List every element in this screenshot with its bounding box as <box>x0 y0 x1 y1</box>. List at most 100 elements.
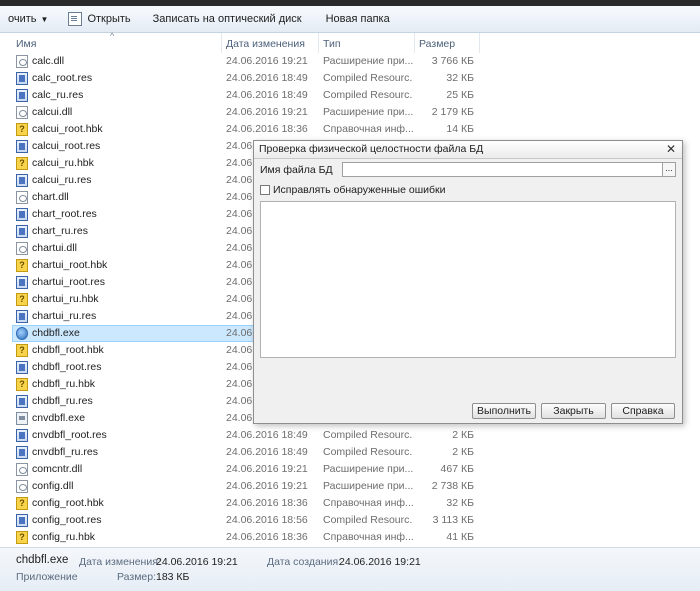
file-size: 2 КБ <box>452 446 474 458</box>
file-name: cnvdbfl_ru.res <box>32 446 98 458</box>
file-date: 24.06.2016 18:36 <box>226 497 308 509</box>
file-name: calcui.dll <box>32 106 73 118</box>
close-button[interactable]: Закрыть <box>541 403 606 419</box>
file-hbk-icon: ? <box>16 157 28 170</box>
file-row[interactable]: ? calcui_root.hbk 24.06.2016 18:36 Справочн… <box>0 121 700 138</box>
help-button[interactable]: Справка <box>611 403 675 419</box>
column-size[interactable]: Размер <box>415 33 480 53</box>
file-type: Compiled Resourc... <box>323 89 413 101</box>
fix-errors-checkbox-wrap[interactable]: Исправлять обнаруженные ошибки <box>260 183 445 197</box>
result-log[interactable] <box>260 201 676 358</box>
file-hbk-icon: ? <box>16 531 28 544</box>
file-date: 24.06.2016 19:21 <box>226 463 308 475</box>
file-size: 41 КБ <box>446 531 474 543</box>
file-row[interactable]: config.dll 24.06.2016 19:21 Расширение при… <box>0 478 700 495</box>
details-modified-value: 24.06.2016 19:21 <box>156 556 238 568</box>
file-size: 32 КБ <box>446 497 474 509</box>
new-folder-button[interactable]: Новая папка <box>318 8 398 30</box>
run-button[interactable]: Выполнить <box>472 403 536 419</box>
file-row[interactable]: calc_ru.res 24.06.2016 18:49 Compiled Reso… <box>0 87 700 104</box>
file-date: 24.06.2016 18:36 <box>226 123 308 135</box>
dialog-title: Проверка физической целостности файла БД <box>259 143 484 155</box>
db-file-label: Имя файла БД <box>260 164 333 176</box>
file-row[interactable]: cnvdbfl_root.res 24.06.2016 18:49 Compiled… <box>0 427 700 444</box>
file-date: 24.06.2016 19:21 <box>226 480 308 492</box>
file-name: chdbfl_ru.res <box>32 395 93 407</box>
file-res-icon <box>16 225 28 238</box>
file-name: chartui_ru.res <box>32 310 97 322</box>
file-name: config_root.res <box>32 514 102 526</box>
file-res-icon <box>16 72 28 85</box>
browse-button[interactable]: ... <box>662 162 676 177</box>
file-name: calc.dll <box>32 55 65 67</box>
file-res-icon <box>16 310 28 323</box>
burn-button[interactable]: Записать на оптический диск <box>145 8 310 30</box>
file-type: Расширение при... <box>323 463 413 475</box>
column-type[interactable]: Тип <box>319 33 415 53</box>
file-name: chartui_root.res <box>32 276 105 288</box>
file-row[interactable]: ? config_root.hbk 24.06.2016 18:36 Справочн… <box>0 495 700 512</box>
file-type: Compiled Resourc... <box>323 72 413 84</box>
new-folder-label: Новая папка <box>325 13 390 25</box>
file-name: calc_ru.res <box>32 89 84 101</box>
file-row[interactable]: ? config_ru.hbk 24.06.2016 18:36 Справочная… <box>0 529 700 546</box>
chevron-down-icon: ▼ <box>40 14 49 24</box>
open-button[interactable]: Открыть <box>60 8 138 30</box>
file-size: 3 766 КБ <box>431 55 474 67</box>
file-name: chdbfl_root.res <box>32 361 102 373</box>
column-header-row: ^ Имя Дата изменения Тип Размер <box>0 31 700 53</box>
file-type: Расширение при... <box>323 480 413 492</box>
file-row[interactable]: config_root.res 24.06.2016 18:56 Compiled … <box>0 512 700 529</box>
column-date[interactable]: Дата изменения <box>222 33 319 53</box>
details-pane: chdbfl.exe Приложение Дата изменения: 24… <box>0 547 700 591</box>
file-type: Расширение при... <box>323 55 413 67</box>
file-name: cnvdbfl_root.res <box>32 429 107 441</box>
file-row[interactable]: calc_root.res 24.06.2016 18:49 Compiled Re… <box>0 70 700 87</box>
file-date: 24.06.2016 18:49 <box>226 89 308 101</box>
db-file-input[interactable] <box>342 162 663 177</box>
file-size: 2 179 КБ <box>431 106 474 118</box>
file-row[interactable]: cnvdbfl_ru.res 24.06.2016 18:49 Compiled R… <box>0 444 700 461</box>
file-row[interactable]: comcntr.dll 24.06.2016 19:21 Расширение пр… <box>0 461 700 478</box>
file-name: calcui_ru.hbk <box>32 157 94 169</box>
organize-label: очить <box>8 13 37 25</box>
file-name: calc_root.res <box>32 72 93 84</box>
file-type: Справочная инф... <box>323 123 413 135</box>
file-size: 32 КБ <box>446 72 474 84</box>
file-exe-icon <box>16 412 28 425</box>
column-date-label: Дата изменения <box>226 38 305 50</box>
file-size: 3 113 КБ <box>432 514 474 526</box>
toolbar: очить ▼ Открыть Записать на оптический д… <box>0 6 700 33</box>
file-name: calcui_root.hbk <box>32 123 103 135</box>
file-type: Справочная инф... <box>323 531 413 543</box>
file-name: chdbfl_root.hbk <box>32 344 104 356</box>
details-size-label: Размер: <box>117 571 157 583</box>
file-res-icon <box>16 276 28 289</box>
file-row[interactable]: calcui.dll 24.06.2016 19:21 Расширение при… <box>0 104 700 121</box>
file-size: 2 738 КБ <box>431 480 474 492</box>
file-row[interactable]: calc.dll 24.06.2016 19:21 Расширение при..… <box>0 53 700 70</box>
file-type: Compiled Resourc... <box>323 429 413 441</box>
file-size: 14 КБ <box>446 123 474 135</box>
file-size: 25 КБ <box>446 89 474 101</box>
file-dll-icon <box>16 55 28 68</box>
file-name: config_ru.hbk <box>32 531 96 543</box>
file-hbk-icon: ? <box>16 344 28 357</box>
file-exe1c-icon <box>16 327 28 340</box>
column-name-label: Имя <box>16 38 37 50</box>
file-res-icon <box>16 89 28 102</box>
file-name: calcui_root.res <box>32 140 101 152</box>
column-name[interactable]: Имя <box>12 33 222 53</box>
dialog-titlebar[interactable]: Проверка физической целостности файла БД… <box>254 141 682 159</box>
file-date: 24.06.2016 18:56 <box>226 514 308 526</box>
file-res-icon <box>16 140 28 153</box>
file-name: cnvdbfl.exe <box>32 412 86 424</box>
details-modified-label: Дата изменения: <box>79 556 161 568</box>
column-size-label: Размер <box>419 38 456 50</box>
file-type: Compiled Resourc... <box>323 514 413 526</box>
close-icon[interactable]: ✕ <box>666 141 676 158</box>
fix-errors-checkbox[interactable] <box>260 185 270 195</box>
file-name: config.dll <box>32 480 74 492</box>
organize-button[interactable]: очить ▼ <box>0 8 56 30</box>
file-name: chdbfl_ru.hbk <box>32 378 96 390</box>
